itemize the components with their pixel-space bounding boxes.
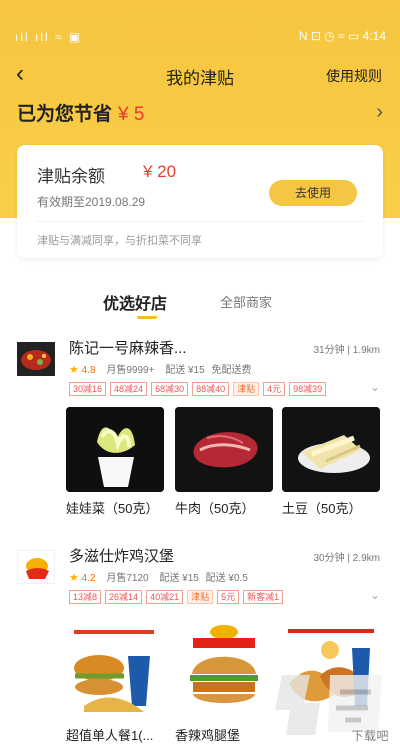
chevron-right-icon[interactable]: › [376, 101, 383, 124]
store-rating: 4.2 [81, 573, 96, 584]
store-rating: 4.8 [81, 365, 96, 376]
allowance-card: 津贴余额 ¥ 20 有效期至2019.08.29 去使用 津贴与满减同享，与折扣… [17, 145, 383, 258]
promo-tag: 88减40 [192, 382, 230, 396]
savings-amount: ¥ 5 [118, 104, 145, 125]
store-meta: ★ 4.2 月售7120 配送 ¥15 配送 ¥0.5 [69, 569, 248, 584]
delivery-time-distance: 31分钟 | 1.9km [313, 345, 380, 356]
status-right-icons: N ⊡ ◷ ≈ ▭ 4:14 [298, 29, 386, 43]
store-delivery-fee: 免配送费 [211, 365, 252, 376]
promo-tag: 98减39 [289, 382, 327, 396]
store-logo-1 [17, 342, 55, 376]
allowance-tag: 津贴 [187, 590, 214, 604]
promo-tags: 30减16 48减24 68减30 88减40 津贴 4元 98减39 [69, 379, 379, 399]
rules-link[interactable]: 使用规则 [326, 66, 382, 86]
promo-tag: 30减16 [69, 382, 107, 396]
promo-tag: 68减30 [151, 382, 189, 396]
store-food-list: 娃娃菜（50克） 牛肉（50克） 土豆（50克） [66, 407, 380, 522]
tab-featured-stores[interactable]: 优选好店 [103, 290, 167, 314]
allowance-expiry: 有效期至2019.08.29 [37, 195, 146, 209]
food-name: 牛肉（50克） [175, 501, 255, 516]
store-sales: 月售7120 [106, 573, 149, 584]
store-tabs: 优选好店 全部商家 [0, 288, 400, 320]
promo-tag: 13减8 [69, 590, 102, 604]
store-name: 陈记一号麻辣香... [69, 340, 187, 357]
tab-all-stores[interactable]: 全部商家 [220, 292, 272, 311]
food-image-potato[interactable] [282, 407, 380, 492]
food-image-combo-meal[interactable] [66, 614, 164, 720]
store-name: 多滋仕炸鸡汉堡 [69, 548, 175, 565]
allowance-label: 津贴余额 [37, 167, 105, 186]
promo-tag: 5元 [217, 590, 240, 604]
food-name: 娃娃菜（50克） [66, 501, 159, 516]
dropdown-icon[interactable]: ⌄ [370, 588, 380, 602]
navigation-bar: ‹ 我的津贴 使用规则 [0, 58, 400, 92]
store-sales: 月售9999+ [106, 365, 155, 376]
bottom-edge [0, 750, 400, 756]
store-card-1[interactable]: 陈记一号麻辣香... 31分钟 | 1.9km ★ 4.8 月售9999+ 配送… [0, 334, 400, 536]
signal-icons: ıll ıll ≈ ▣ [15, 30, 83, 44]
delivery-time-distance: 30分钟 | 2.9km [313, 553, 380, 564]
store-logo-2 [17, 550, 55, 584]
store-delivery-fee: 配送 ¥0.5 [205, 573, 248, 584]
allowance-note: 津贴与满减同享，与折扣菜不同享 [37, 235, 202, 247]
use-allowance-button[interactable]: 去使用 [269, 180, 357, 206]
dropdown-icon[interactable]: ⌄ [370, 380, 380, 394]
savings-label: 已为您节省 [17, 104, 113, 125]
food-image-beef[interactable] [175, 407, 273, 492]
food-name: 土豆（50克） [282, 501, 362, 516]
card-divider [37, 221, 363, 222]
food-name: 香辣鸡腿堡 [175, 728, 241, 743]
store-delivery: 配送 ¥15 [159, 573, 199, 584]
store-meta: ★ 4.8 月售9999+ 配送 ¥15 免配送费 [69, 361, 251, 376]
promo-tag: 26减14 [105, 590, 143, 604]
food-image-spicy-burger[interactable] [175, 614, 273, 720]
star-icon: ★ [69, 572, 79, 584]
promo-tag: 4元 [263, 382, 286, 396]
store-delivery: 配送 ¥15 [165, 365, 205, 376]
allowance-tag: 津贴 [233, 382, 260, 396]
promo-tags: 13减8 26减14 40减21 津贴 5元 新客减1 [69, 587, 379, 607]
food-image-cabbage[interactable] [66, 407, 164, 492]
app-screen: ıll ıll ≈ ▣ N ⊡ ◷ ≈ ▭ 4:14 ‹ 我的津贴 使用规则 已… [0, 0, 400, 756]
promo-tag: 新客减1 [243, 590, 284, 604]
allowance-balance: ¥ 20 [143, 162, 177, 181]
food-name: 超值单人餐1(... [66, 728, 154, 743]
watermark-text: 下载吧 [351, 729, 389, 743]
savings-summary: 已为您节省 ¥ 5 [17, 99, 144, 126]
active-tab-indicator [137, 316, 157, 319]
status-bar: ıll ıll ≈ ▣ N ⊡ ◷ ≈ ▭ 4:14 [0, 28, 400, 50]
star-icon: ★ [69, 364, 79, 376]
promo-tag: 40减21 [146, 590, 184, 604]
promo-tag: 48减24 [110, 382, 148, 396]
